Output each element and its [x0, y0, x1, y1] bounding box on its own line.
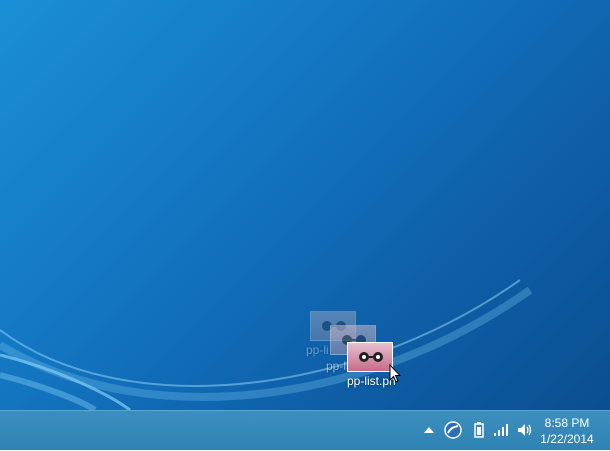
mouse-cursor-icon: [389, 364, 401, 383]
drag-ghost-label: pp-li: [326, 359, 349, 373]
desktop[interactable]: pp-li pp-li pp-list.pn: [0, 0, 610, 410]
dragged-file-icon[interactable]: [347, 342, 393, 372]
chevron-up-icon[interactable]: [420, 421, 438, 439]
app-tray-icon[interactable]: [444, 421, 462, 439]
wallpaper-swoosh: [0, 279, 533, 410]
drag-ghost-label: pp-li: [306, 343, 329, 357]
taskbar[interactable]: 8:58 PM 1/22/2014: [0, 410, 610, 450]
taskbar-clock[interactable]: 8:58 PM 1/22/2014: [536, 415, 598, 447]
volume-icon[interactable]: [516, 421, 534, 439]
clock-date: 1/22/2014: [540, 432, 594, 446]
clock-time: 8:58 PM: [544, 416, 590, 430]
signal-bars-icon[interactable]: [492, 421, 510, 439]
battery-icon[interactable]: [470, 421, 488, 439]
